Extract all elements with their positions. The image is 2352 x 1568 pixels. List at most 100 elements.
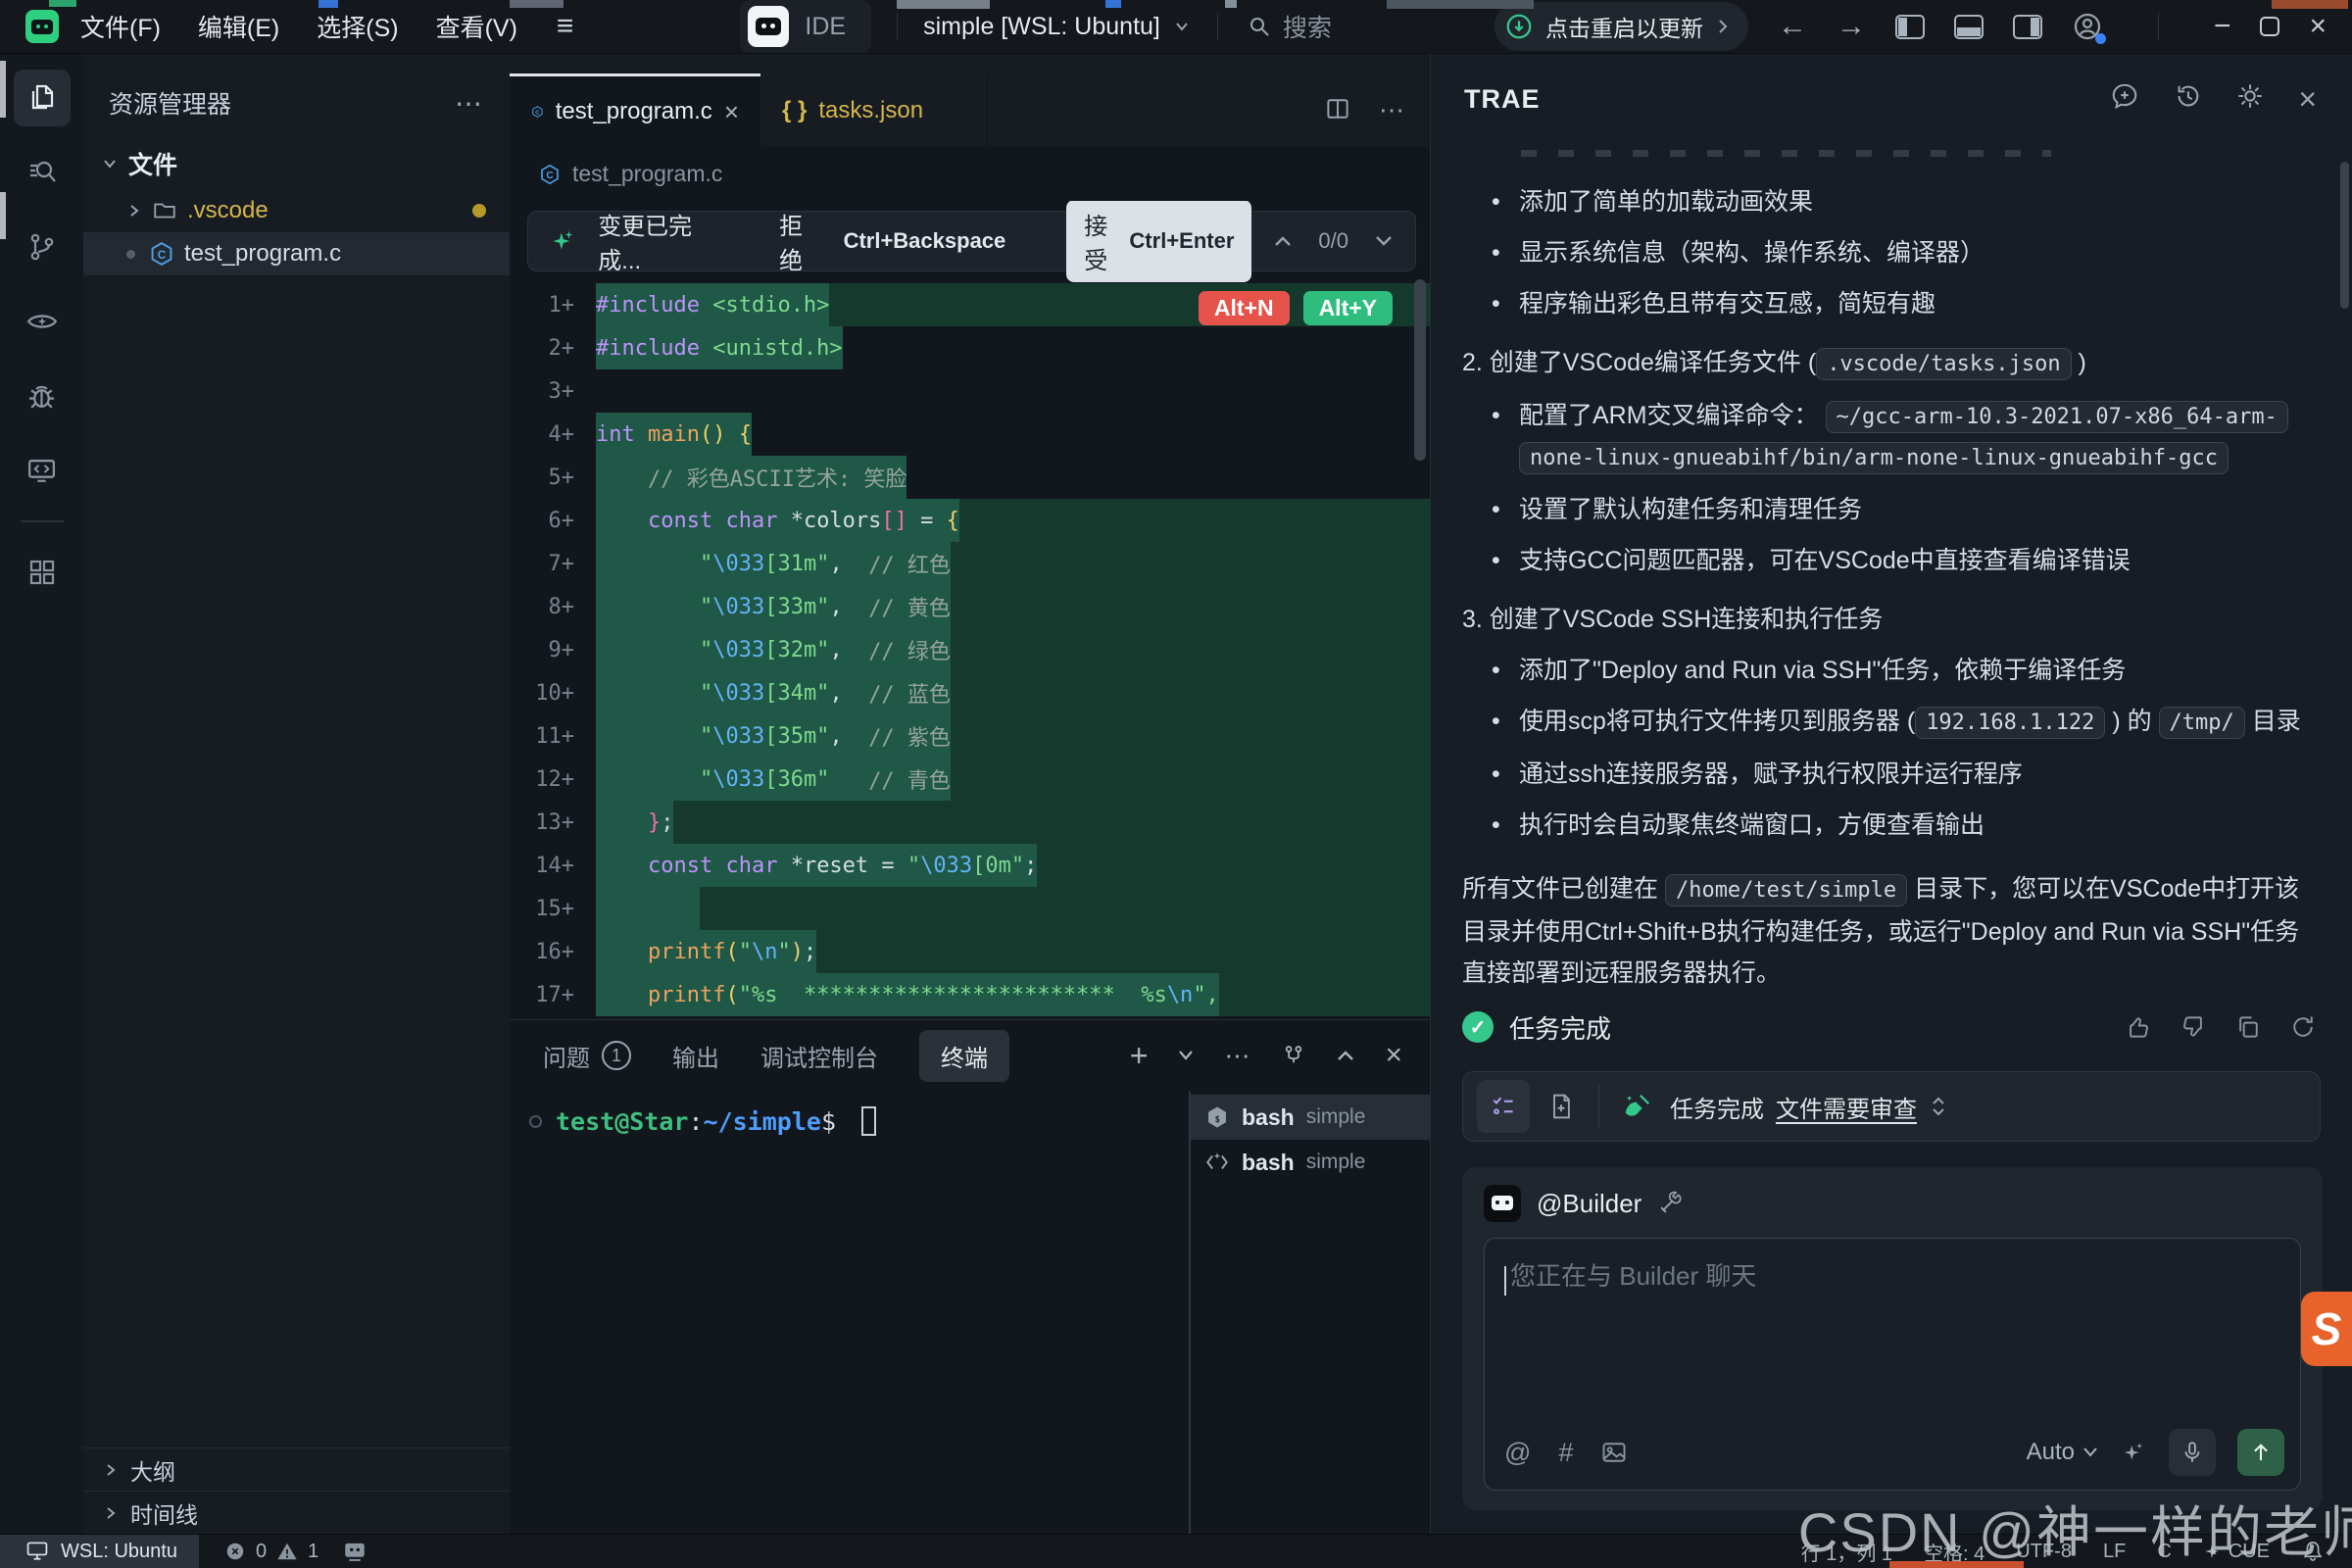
enhance-sparkle-icon[interactable]: [2120, 1439, 2147, 1466]
terminal-dropdown-icon[interactable]: [1177, 1049, 1195, 1062]
agent-selector[interactable]: @Builder: [1484, 1185, 2301, 1222]
copy-icon[interactable]: [2234, 1013, 2262, 1041]
account-button[interactable]: [2072, 11, 2103, 42]
global-search[interactable]: 搜索: [1248, 9, 1332, 44]
problems-indicator[interactable]: 0 1: [224, 1541, 318, 1563]
activitybar-debug[interactable]: [14, 368, 71, 424]
new-chat-icon[interactable]: [2110, 81, 2139, 111]
chat-input[interactable]: 您正在与 Builder 聊天 @ # Auto: [1484, 1238, 2301, 1491]
code-line[interactable]: 5+ // 彩色ASCII艺术: 笑脸: [510, 456, 1430, 499]
maximize-button[interactable]: [2260, 17, 2279, 36]
thumbs-up-icon[interactable]: [2125, 1013, 2152, 1041]
menu-file[interactable]: 文件(F): [80, 9, 161, 44]
menu-view[interactable]: 查看(V): [436, 9, 517, 44]
next-change-icon[interactable]: [1374, 233, 1394, 249]
screenshot-artifact: [897, 0, 990, 9]
prev-change-icon[interactable]: [1273, 233, 1293, 249]
code-line[interactable]: 7+ "\033[31m", // 红色: [510, 542, 1430, 585]
menu-selection[interactable]: 选择(S): [317, 9, 398, 44]
search-icon: [1248, 15, 1271, 38]
attach-image-icon[interactable]: [1600, 1439, 1628, 1466]
maximize-panel-icon[interactable]: [1336, 1048, 1355, 1063]
code-line[interactable]: 2+#include <unistd.h>: [510, 326, 1430, 369]
editor-more-icon[interactable]: ⋯: [1379, 95, 1406, 125]
minimize-button[interactable]: −: [2214, 10, 2231, 43]
tools-icon[interactable]: [1657, 1191, 1683, 1216]
code-line[interactable]: 11+ "\033[35m", // 紫色: [510, 714, 1430, 758]
thumbs-down-icon[interactable]: [2180, 1013, 2207, 1041]
nav-back-button[interactable]: ←: [1778, 10, 1807, 43]
code-line[interactable]: 6+ const char *colors[] = {: [510, 499, 1430, 542]
activitybar-explorer[interactable]: [14, 70, 71, 126]
split-editor-icon[interactable]: [1324, 95, 1351, 122]
send-button[interactable]: [2237, 1429, 2284, 1476]
code-line[interactable]: 13+ };: [510, 801, 1430, 844]
hamburger-menu-icon[interactable]: ≡: [557, 10, 574, 43]
remote-indicator[interactable]: WSL: Ubuntu: [0, 1535, 199, 1568]
code-line[interactable]: 9+ "\033[32m", // 绿色: [510, 628, 1430, 671]
checklist-button[interactable]: [1477, 1080, 1530, 1133]
code-line[interactable]: 10+ "\033[34m", // 蓝色: [510, 671, 1430, 714]
reject-button[interactable]: 拒绝: [779, 207, 822, 275]
sidebar-more-icon[interactable]: ⋯: [455, 87, 484, 120]
new-terminal-icon[interactable]: +: [1130, 1038, 1149, 1074]
menu-edit[interactable]: 编辑(E): [198, 9, 279, 44]
restart-to-update-button[interactable]: 点击重启以更新: [1494, 2, 1748, 51]
panel-tab-debug-console[interactable]: 调试控制台: [760, 1039, 878, 1073]
tab-tasks-json[interactable]: { } tasks.json: [760, 74, 988, 147]
toggle-bottom-panel-icon[interactable]: [1954, 15, 1984, 39]
close-window-button[interactable]: ×: [2309, 10, 2327, 43]
panel-more-icon[interactable]: ⋯: [1224, 1041, 1251, 1071]
toggle-right-panel-icon[interactable]: [2013, 15, 2042, 39]
model-mode-select[interactable]: Auto: [2027, 1439, 2098, 1466]
terminal-list-item[interactable]: bash simple: [1191, 1140, 1430, 1185]
nav-forward-button[interactable]: →: [1837, 10, 1866, 43]
editor[interactable]: 变更已完成... 拒绝 Ctrl+Backspace 接受 Ctrl+Enter…: [510, 201, 1430, 1019]
close-tab-icon[interactable]: ×: [724, 97, 739, 127]
code-line[interactable]: 3+: [510, 369, 1430, 413]
code-line[interactable]: 14+ const char *reset = "\033[0m";: [510, 844, 1430, 887]
history-icon[interactable]: [2173, 81, 2202, 111]
activitybar-remote[interactable]: [14, 442, 71, 499]
ide-mode-switch[interactable]: IDE: [740, 0, 871, 53]
sidebar-section-files[interactable]: 文件: [83, 138, 510, 189]
code-line[interactable]: 15+: [510, 887, 1430, 930]
code-line[interactable]: 4+int main() {: [510, 413, 1430, 456]
activitybar-search[interactable]: [14, 144, 71, 201]
activitybar-extensions[interactable]: [14, 544, 71, 601]
code-line[interactable]: 12+ "\033[36m" // 青色: [510, 758, 1430, 801]
file-changes-button[interactable]: [1547, 1093, 1575, 1120]
gear-icon[interactable]: [2235, 81, 2265, 111]
panel-tab-terminal[interactable]: 终端: [919, 1030, 1009, 1082]
accept-button[interactable]: 接受 Ctrl+Enter: [1066, 201, 1251, 282]
toggle-left-panel-icon[interactable]: [1895, 15, 1925, 39]
workspace-switcher[interactable]: simple [WSL: Ubuntu]: [923, 13, 1192, 41]
panel-tab-output[interactable]: 输出: [672, 1039, 719, 1073]
tree-item-test-program-c[interactable]: C test_program.c: [83, 232, 510, 275]
mention-icon[interactable]: @: [1504, 1438, 1531, 1468]
code-line[interactable]: 16+ printf("\n");: [510, 930, 1430, 973]
chat-scrollbar[interactable]: [2340, 162, 2349, 309]
activitybar-source-control[interactable]: [14, 219, 71, 275]
close-panel-icon[interactable]: ×: [2298, 81, 2317, 118]
split-terminal-icon[interactable]: [1281, 1043, 1306, 1068]
sidebar-timeline-section[interactable]: 时间线: [83, 1491, 510, 1534]
tab-test-program-c[interactable]: C test_program.c ×: [510, 74, 760, 147]
code-line[interactable]: 17+ printf("%s ************************ …: [510, 973, 1430, 1016]
panel-tab-problems[interactable]: 问题 1: [543, 1039, 631, 1073]
regenerate-icon[interactable]: [2289, 1013, 2317, 1041]
code-line[interactable]: 8+ "\033[33m", // 黄色: [510, 585, 1430, 628]
sort-icon[interactable]: [1929, 1095, 1948, 1118]
breadcrumb[interactable]: C test_program.c: [510, 147, 1430, 201]
terminal-list-item[interactable]: $ bash simple: [1191, 1095, 1430, 1140]
mic-button[interactable]: [2169, 1429, 2216, 1476]
close-panel-icon[interactable]: ×: [1385, 1039, 1402, 1072]
activitybar-preview[interactable]: [14, 293, 71, 350]
tree-item-vscode-folder[interactable]: .vscode: [83, 189, 510, 232]
trae-status-icon[interactable]: [342, 1539, 368, 1564]
editor-scrollbar[interactable]: [1414, 279, 1426, 461]
context-hash-icon[interactable]: #: [1558, 1438, 1573, 1468]
sidebar-outline-section[interactable]: 大纲: [83, 1447, 510, 1491]
review-files-link[interactable]: 文件需要审查: [1776, 1090, 1917, 1124]
terminal[interactable]: test@Star:~/simple$: [510, 1091, 1189, 1534]
